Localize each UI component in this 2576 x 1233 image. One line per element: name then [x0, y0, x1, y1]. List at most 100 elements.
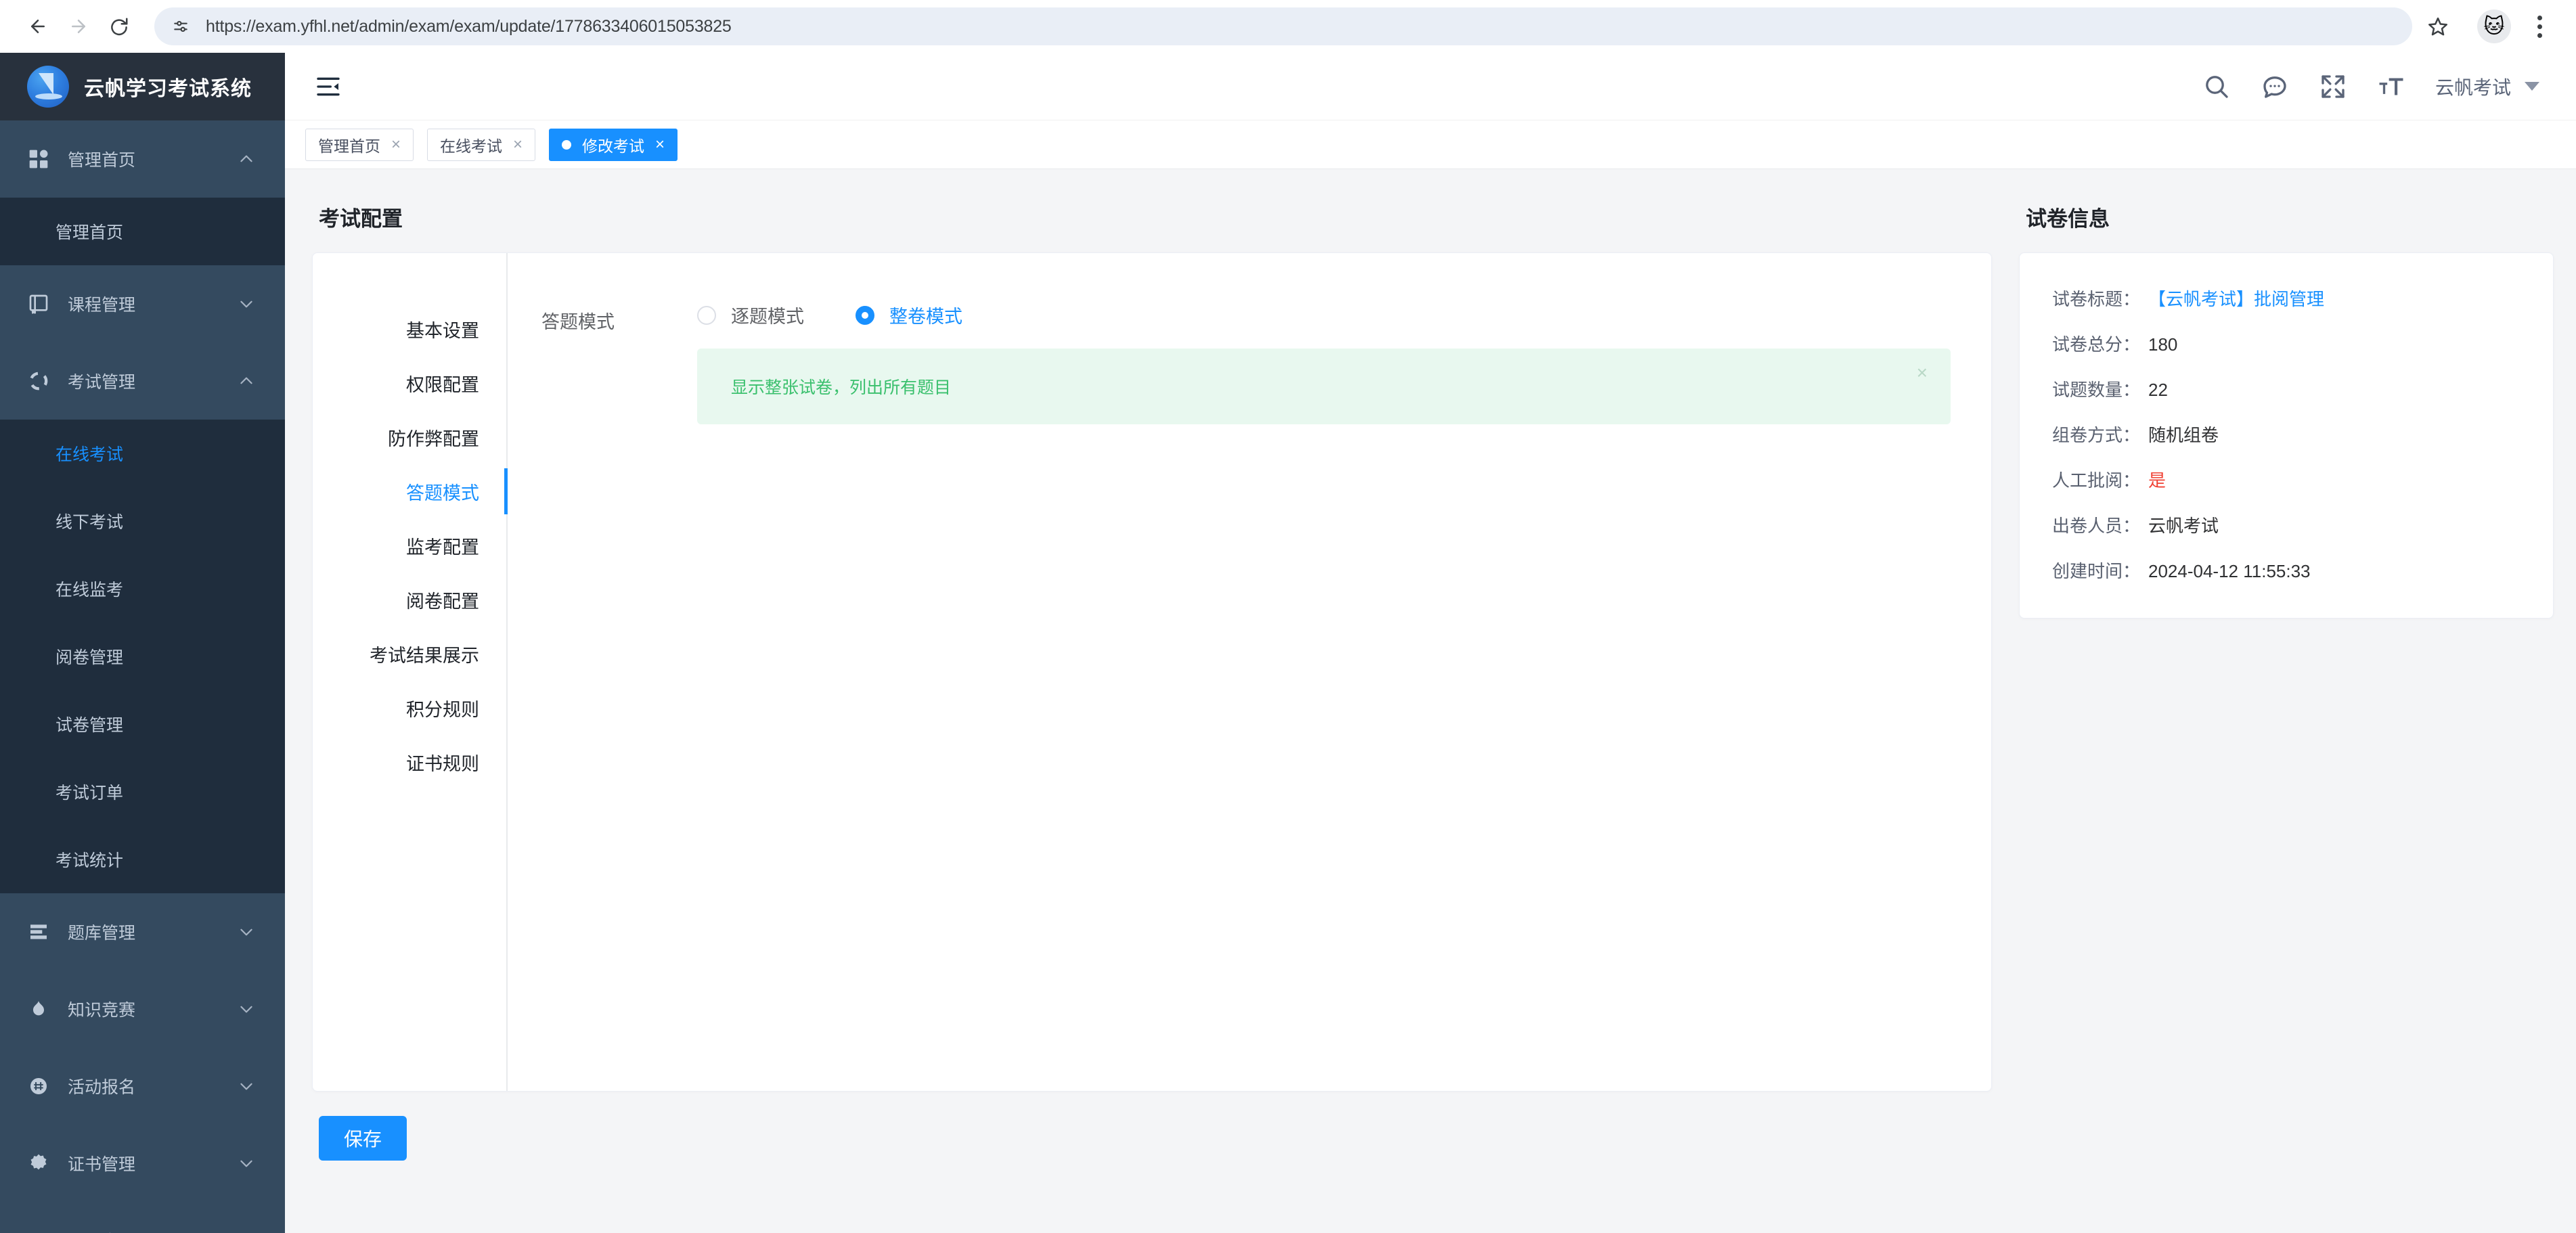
info-value[interactable]: 【云帆考试】批阅管理: [2148, 286, 2324, 311]
tab-admin-home[interactable]: 管理首页 ×: [305, 128, 414, 161]
menu-fold-icon[interactable]: [312, 70, 345, 103]
answer-mode-form-row: 答题模式 逐题模式 整卷模式 显示整张试卷，列出所有题目 ×: [541, 302, 1951, 424]
chevron-up-icon: [238, 372, 255, 390]
fullscreen-icon[interactable]: [2319, 72, 2347, 101]
sidebar-group-course[interactable]: 课程管理: [0, 265, 285, 342]
tab-close-icon[interactable]: ×: [655, 136, 665, 153]
tab-close-icon[interactable]: ×: [513, 136, 523, 153]
kebab-menu-icon[interactable]: [2521, 7, 2558, 45]
vtab-certificate-rules[interactable]: 证书规则: [313, 735, 506, 789]
sidebar-item-dashboard-home[interactable]: 管理首页: [0, 198, 285, 265]
sidebar-group-question-bank[interactable]: 题库管理: [0, 893, 285, 970]
target-icon: [27, 369, 50, 393]
sidebar-group-points-mall[interactable]: 积分商城: [0, 1202, 285, 1233]
sidebar-group-dashboard[interactable]: 管理首页: [0, 120, 285, 198]
sidebar-item-online-proctoring[interactable]: 在线监考: [0, 555, 285, 623]
sidebar-item-online-exam[interactable]: 在线考试: [0, 420, 285, 487]
radio-mark-icon: [697, 305, 716, 325]
radio-mark-icon: [856, 305, 874, 325]
info-value: 随机组卷: [2148, 425, 2219, 445]
page-columns: 考试配置 基本设置 权限配置 防作弊配置 答题模式 监考配置 阅卷配置 考试结果…: [285, 169, 2576, 1161]
tab-edit-exam[interactable]: 修改考试 ×: [549, 128, 678, 161]
vtab-proctoring-config[interactable]: 监考配置: [313, 518, 506, 573]
page-title: 考试配置: [319, 207, 403, 231]
chevron-down-icon[interactable]: [2525, 82, 2539, 91]
forward-button[interactable]: [58, 6, 99, 47]
chevron-down-icon: [238, 1000, 255, 1018]
sidebar-group-exam[interactable]: 考试管理: [0, 342, 285, 420]
answer-mode-control: 逐题模式 整卷模式 显示整张试卷，列出所有题目 ×: [697, 302, 1951, 424]
sidebar-item-grading-management[interactable]: 阅卷管理: [0, 623, 285, 690]
chevron-down-icon: [238, 923, 255, 941]
info-key: 创建时间：: [2052, 561, 2141, 581]
sidebar-group-knowledge-contest[interactable]: 知识竞赛: [0, 970, 285, 1048]
sidebar-group-label: 积分商城: [68, 1228, 220, 1233]
flame-icon: [27, 997, 50, 1021]
save-button[interactable]: 保存: [319, 1116, 407, 1161]
tab-online-exam[interactable]: 在线考试 ×: [427, 128, 536, 161]
hash-circle-icon: [27, 1075, 50, 1098]
tab-close-icon[interactable]: ×: [391, 136, 401, 153]
sidebar-group-activity-signup[interactable]: 活动报名: [0, 1048, 285, 1125]
info-row-manual-grading: 人工批阅： 是: [2052, 467, 2518, 492]
sidebar-group-label: 证书管理: [68, 1155, 136, 1174]
sidebar-item-exam-orders[interactable]: 考试订单: [0, 758, 285, 826]
info-value: 云帆考试: [2148, 516, 2219, 536]
book-icon: [27, 292, 50, 315]
vtab-result-display[interactable]: 考试结果展示: [313, 627, 506, 681]
answer-mode-label: 答题模式: [541, 312, 615, 332]
browser-toolbar: https://exam.yfhl.net/admin/exam/exam/up…: [0, 0, 2576, 53]
question-bank-icon: [27, 920, 50, 943]
info-key: 试题数量：: [2052, 380, 2141, 400]
info-row-assembly-method: 组卷方式： 随机组卷: [2052, 422, 2518, 447]
back-button[interactable]: [18, 6, 58, 47]
info-row-created-time: 创建时间： 2024-04-12 11:55:33: [2052, 558, 2518, 583]
tab-label: 修改考试: [582, 137, 645, 155]
sidebar-item-paper-management[interactable]: 试卷管理: [0, 690, 285, 758]
exam-config-card: 基本设置 权限配置 防作弊配置 答题模式 监考配置 阅卷配置 考试结果展示 积分…: [312, 252, 1992, 1092]
radio-per-question-mode[interactable]: 逐题模式: [697, 302, 804, 328]
font-size-icon[interactable]: [2377, 72, 2405, 101]
info-row-question-count: 试题数量： 22: [2052, 376, 2518, 401]
sidebar-brand[interactable]: 云帆学习考试系统: [0, 53, 285, 120]
star-icon[interactable]: [2419, 7, 2457, 45]
paper-info-title: 试卷信息: [2026, 207, 2110, 231]
sidebar-group-label: 课程管理: [68, 296, 136, 315]
badge-icon: [27, 1152, 50, 1175]
vtab-answer-mode[interactable]: 答题模式: [313, 464, 508, 518]
reload-button[interactable]: [99, 6, 139, 47]
site-settings-icon[interactable]: [169, 15, 192, 38]
sidebar-submenu-exam: 在线考试 线下考试 在线监考 阅卷管理 试卷管理 考试订单 考试统计: [0, 420, 285, 893]
info-value: 是: [2148, 470, 2167, 491]
vtab-permission-config[interactable]: 权限配置: [313, 356, 506, 410]
tab-label: 管理首页: [318, 137, 380, 155]
brand-title: 云帆学习考试系统: [84, 78, 252, 100]
vtab-points-rules[interactable]: 积分规则: [313, 681, 506, 735]
active-tab-dot-icon: [562, 139, 572, 150]
user-name[interactable]: 云帆考试: [2435, 73, 2511, 100]
vtab-anti-cheat-config[interactable]: 防作弊配置: [313, 410, 506, 464]
chevron-down-icon: [238, 295, 255, 313]
message-icon[interactable]: [2261, 72, 2289, 101]
sidebar-group-certificate[interactable]: 证书管理: [0, 1125, 285, 1202]
info-value: 2024-04-12 11:55:33: [2148, 561, 2311, 581]
address-bar[interactable]: https://exam.yfhl.net/admin/exam/exam/up…: [154, 7, 2412, 45]
radio-whole-paper-mode[interactable]: 整卷模式: [856, 302, 962, 328]
side-column: 试卷信息 试卷标题： 【云帆考试】批阅管理 试卷总分： 180 试题数量： 22: [2019, 169, 2554, 1161]
sidebar-item-exam-statistics[interactable]: 考试统计: [0, 826, 285, 893]
chevron-down-icon: [238, 1077, 255, 1095]
search-icon[interactable]: [2202, 72, 2231, 101]
alert-close-icon[interactable]: ×: [1917, 363, 1928, 382]
sidebar-submenu-dashboard: 管理首页: [0, 198, 285, 265]
vtab-basic-settings[interactable]: 基本设置: [313, 302, 506, 356]
chevron-up-icon: [238, 150, 255, 168]
info-value: 180: [2148, 334, 2178, 355]
vtab-grading-config[interactable]: 阅卷配置: [313, 573, 506, 627]
tab-strip: 管理首页 × 在线考试 × 修改考试 ×: [285, 120, 2576, 169]
info-row-paper-title: 试卷标题： 【云帆考试】批阅管理: [2052, 286, 2518, 311]
info-key: 组卷方式：: [2052, 425, 2141, 445]
header-actions: [2202, 72, 2405, 101]
answer-mode-hint-alert: 显示整张试卷，列出所有题目 ×: [697, 349, 1951, 424]
sidebar-item-offline-exam[interactable]: 线下考试: [0, 487, 285, 555]
profile-avatar[interactable]: 🐱: [2477, 9, 2511, 43]
